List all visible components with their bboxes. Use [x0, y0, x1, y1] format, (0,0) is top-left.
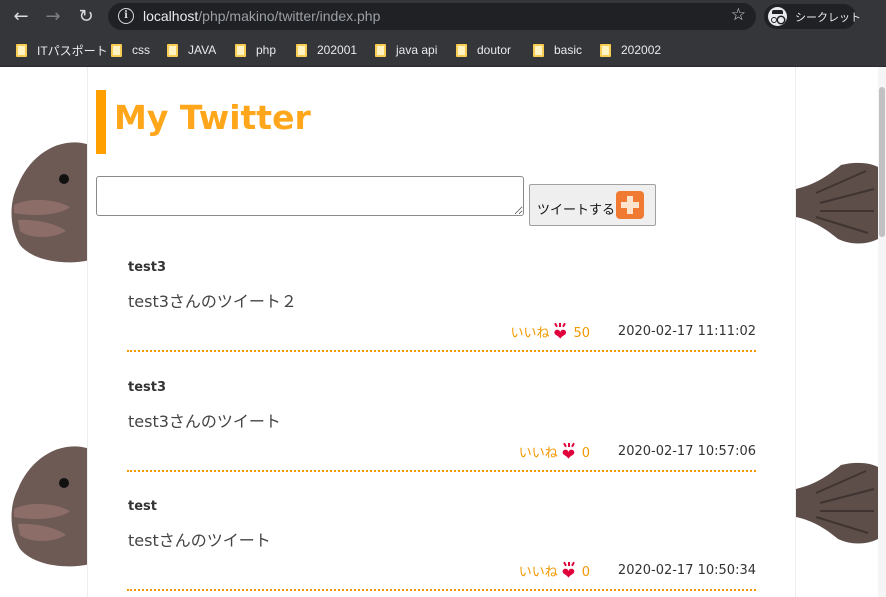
- folder-icon: [167, 43, 178, 57]
- tweet-item: test3 test3さんのツイート いいね ❤ 0 2020-02-17 10…: [127, 380, 756, 472]
- like-button[interactable]: いいね ❤ 0: [518, 561, 590, 582]
- like-label: いいね: [518, 446, 558, 461]
- forward-button[interactable]: →: [41, 5, 65, 29]
- site-info-icon[interactable]: i: [118, 8, 134, 24]
- fish-head-illustration: [11, 142, 90, 263]
- bookmark-item[interactable]: 202002: [600, 41, 661, 59]
- tweet-date: 2020-02-17 10:57:06: [617, 444, 756, 459]
- like-count: 0: [581, 565, 590, 580]
- tweet-button-label: ツイートする: [537, 202, 616, 218]
- plus-icon: [616, 191, 645, 219]
- folder-icon: [16, 43, 27, 57]
- heart-icon: ❤: [551, 322, 569, 343]
- tweet-text: testさんのツイート: [128, 531, 271, 550]
- page-scrollbar[interactable]: [878, 67, 886, 597]
- tweet-text: test3さんのツイート２: [128, 292, 297, 311]
- tweet-text: test3さんのツイート: [128, 412, 281, 431]
- fish-tail-illustration: [796, 462, 878, 544]
- reload-icon: ↻: [78, 6, 94, 27]
- tweet-date: 2020-02-17 11:11:02: [617, 324, 756, 339]
- title-accent-bar: [96, 90, 106, 154]
- bookmark-item[interactable]: php: [235, 41, 276, 59]
- tweet-username: test: [128, 499, 157, 514]
- bookmark-item[interactable]: JAVA: [167, 41, 216, 59]
- bookmark-item[interactable]: java api: [375, 41, 437, 59]
- fish-tail-illustration: [796, 162, 878, 244]
- like-button[interactable]: いいね ❤ 0: [518, 442, 590, 463]
- heart-icon: ❤: [560, 442, 578, 463]
- folder-icon: [533, 43, 544, 57]
- tweet-username: test3: [128, 380, 167, 395]
- folder-icon: [111, 43, 122, 57]
- incognito-indicator[interactable]: シークレット: [764, 4, 861, 29]
- incognito-icon: [768, 7, 787, 26]
- like-label: いいね: [518, 565, 558, 580]
- bookmark-item[interactable]: doutor: [456, 41, 511, 59]
- folder-icon: [296, 43, 307, 57]
- bookmark-item[interactable]: basic: [533, 41, 582, 59]
- incognito-label: シークレット: [795, 11, 861, 24]
- fish-head-illustration: [11, 446, 90, 567]
- bookmark-item[interactable]: ITパスポート: [16, 41, 108, 59]
- bookmark-item[interactable]: css: [111, 41, 150, 59]
- like-label: いいね: [510, 326, 550, 341]
- bookmark-item[interactable]: 202001: [296, 41, 357, 59]
- page-viewport: My Twitter ツイートする test3 test3さんのツイート２ いい…: [0, 67, 886, 597]
- folder-icon: [235, 43, 246, 57]
- address-bar[interactable]: i localhost/php/makino/twitter/index.php…: [108, 3, 756, 30]
- folder-icon: [600, 43, 611, 57]
- bookmark-star-icon[interactable]: ☆: [731, 5, 746, 25]
- like-count: 50: [573, 326, 590, 341]
- tweet-username: test3: [128, 260, 167, 275]
- tweet-submit-button[interactable]: ツイートする: [529, 184, 656, 226]
- tweet-item: test3 test3さんのツイート２ いいね ❤ 50 2020-02-17 …: [127, 260, 756, 352]
- browser-toolbar: ← → ↻ i localhost/php/makino/twitter/ind…: [0, 0, 886, 33]
- bookmarks-bar: ITパスポート css JAVA php 202001 java api dou…: [0, 33, 886, 67]
- folder-icon: [456, 43, 467, 57]
- arrow-left-icon: ←: [13, 6, 29, 27]
- url-text[interactable]: localhost/php/makino/twitter/index.php: [143, 8, 380, 24]
- arrow-right-icon: →: [45, 6, 61, 27]
- page-title: My Twitter: [114, 98, 311, 137]
- tweet-date: 2020-02-17 10:50:34: [617, 563, 756, 578]
- tweet-input[interactable]: [96, 176, 524, 216]
- main-container: My Twitter ツイートする test3 test3さんのツイート２ いい…: [87, 67, 796, 597]
- like-button[interactable]: いいね ❤ 50: [510, 322, 590, 343]
- scrollbar-thumb[interactable]: [879, 87, 885, 237]
- like-count: 0: [581, 446, 590, 461]
- folder-icon: [375, 43, 386, 57]
- back-button[interactable]: ←: [9, 5, 33, 29]
- reload-button[interactable]: ↻: [74, 5, 98, 29]
- heart-icon: ❤: [560, 561, 578, 582]
- tweet-item: test testさんのツイート いいね ❤ 0 2020-02-17 10:5…: [127, 499, 756, 591]
